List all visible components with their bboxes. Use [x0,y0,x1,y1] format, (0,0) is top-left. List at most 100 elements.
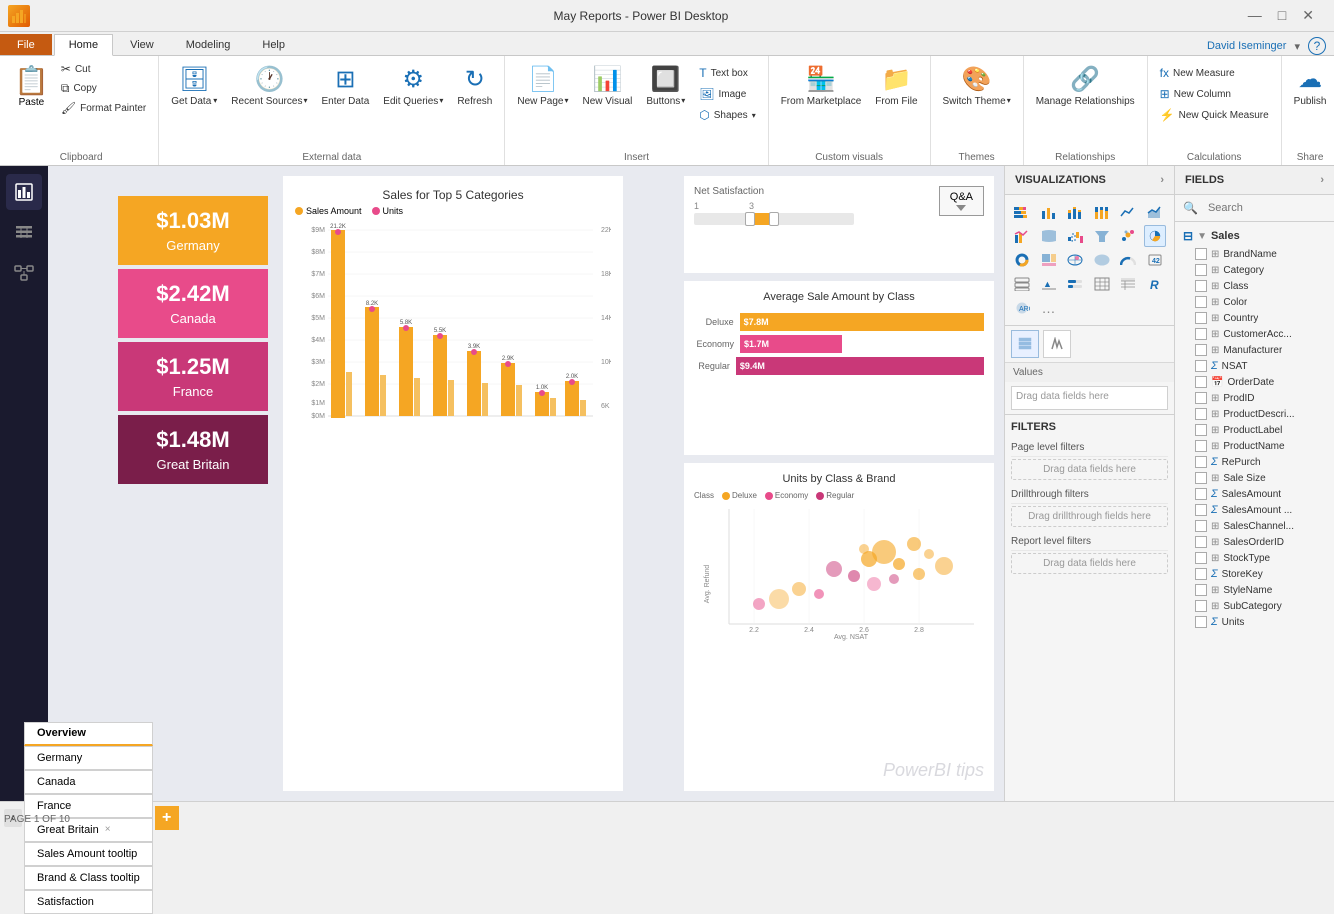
field-item-storekey[interactable]: ΣStoreKey [1175,566,1334,582]
viz-arcgis[interactable]: ARC [1011,297,1033,319]
kpi-card-france[interactable]: $1.25M France [118,342,268,411]
viz-card[interactable]: 42 [1144,249,1166,271]
viz-table[interactable] [1091,273,1113,295]
page-tab-overview[interactable]: Overview [24,722,153,746]
minimize-button[interactable]: — [1244,7,1266,24]
page-tab-sales-amount-tooltip[interactable]: Sales Amount tooltip [24,842,153,866]
publish-button[interactable]: ☁ Publish [1288,60,1333,112]
viz-slicer[interactable] [1064,273,1086,295]
viz-100-stacked[interactable] [1091,201,1113,223]
drillthrough-drag-zone[interactable]: Drag drillthrough fields here [1011,506,1168,527]
field-item-brandname[interactable]: ⊞BrandName [1175,246,1334,262]
viz-stacked-bar[interactable] [1011,201,1033,223]
viz-funnel[interactable] [1091,225,1113,247]
copy-button[interactable]: ⧉Copy [55,79,152,98]
field-item-productlabel[interactable]: ⊞ProductLabel [1175,422,1334,438]
kpi-card-canada[interactable]: $2.42M Canada [118,269,268,338]
tab-close-4[interactable]: × [105,824,111,835]
page-tab-brand---class-tooltip[interactable]: Brand & Class tooltip [24,866,153,890]
field-item-class[interactable]: ⊞Class [1175,278,1334,294]
close-button[interactable]: ✕ [1298,7,1318,24]
viz-line[interactable] [1117,201,1139,223]
field-item-stocktype[interactable]: ⊞StockType [1175,550,1334,566]
from-file-button[interactable]: 📁 From File [869,60,923,112]
viz-r-visual[interactable]: R [1144,273,1166,295]
tab-help[interactable]: Help [247,34,300,55]
fields-panel-expand[interactable]: › [1320,174,1324,186]
field-item-saleschannel---[interactable]: ⊞SalesChannel... [1175,518,1334,534]
field-item-nsat[interactable]: ΣNSAT [1175,358,1334,374]
field-item-color[interactable]: ⊞Color [1175,294,1334,310]
field-item-manufacturer[interactable]: ⊞Manufacturer [1175,342,1334,358]
page-drag-zone[interactable]: Drag data fields here [1011,459,1168,480]
edit-queries-button[interactable]: ⚙ Edit Queries ▾ [377,60,449,112]
format-build-icon[interactable] [1043,330,1071,358]
tab-home[interactable]: Home [54,34,113,56]
shapes-button[interactable]: ⬡Shapes ▾ [693,106,761,124]
recent-sources-button[interactable]: 🕐 Recent Sources ▾ [225,60,313,112]
field-item-subcategory[interactable]: ⊞SubCategory [1175,598,1334,614]
viz-donut[interactable] [1011,249,1033,271]
qna-button[interactable]: Q&A [939,186,984,216]
enter-data-button[interactable]: ⊞ Enter Data [315,60,375,112]
tab-modeling[interactable]: Modeling [171,34,246,55]
viz-more-options[interactable]: … [1038,297,1060,319]
new-quick-measure-button[interactable]: ⚡New Quick Measure [1154,106,1275,124]
viz-treemap[interactable] [1038,249,1060,271]
viz-multi-row[interactable] [1011,273,1033,295]
new-visual-button[interactable]: 📊 New Visual [577,60,639,112]
tab-view[interactable]: View [115,34,169,55]
image-button[interactable]: 🖼Image [693,85,761,103]
field-item-orderdate[interactable]: 📅OrderDate [1175,374,1334,390]
viz-stacked-column[interactable] [1064,201,1086,223]
search-input[interactable] [1202,199,1326,217]
viz-column[interactable] [1038,201,1060,223]
new-page-button[interactable]: 📄 New Page ▾ [511,60,574,112]
field-item-category[interactable]: ⊞Category [1175,262,1334,278]
field-item-salesorderid[interactable]: ⊞SalesOrderID [1175,534,1334,550]
fields-build-icon[interactable] [1011,330,1039,358]
viz-ribbon[interactable] [1038,225,1060,247]
cut-button[interactable]: ✂Cut [55,60,152,78]
report-drag-zone[interactable]: Drag data fields here [1011,553,1168,574]
text-box-button[interactable]: TText box [693,64,761,82]
viz-waterfall[interactable] [1064,225,1086,247]
viz-line-clustered[interactable] [1011,225,1033,247]
field-item-stylename[interactable]: ⊞StyleName [1175,582,1334,598]
viz-kpi[interactable]: ▲ [1038,273,1060,295]
from-marketplace-button[interactable]: 🏪 From Marketplace [775,60,868,112]
kpi-card-great-britain[interactable]: $1.48M Great Britain [118,415,268,484]
viz-filled-map[interactable] [1091,249,1113,271]
maximize-button[interactable]: □ [1274,7,1290,24]
field-item-salesamount[interactable]: ΣSalesAmount [1175,486,1334,502]
format-painter-button[interactable]: 🖌Format Painter [55,99,152,117]
field-item-units[interactable]: ΣUnits [1175,614,1334,630]
field-item-salesamount----[interactable]: ΣSalesAmount ... [1175,502,1334,518]
get-data-button[interactable]: 🗄 Get Data ▾ [165,60,223,112]
field-item-repurch[interactable]: ΣRePurch [1175,454,1334,470]
viz-gauge[interactable] [1117,249,1139,271]
data-view-icon[interactable] [6,214,42,250]
viz-pie[interactable] [1144,225,1166,247]
values-drop-zone[interactable]: Drag data fields here [1011,386,1168,410]
page-tab-canada[interactable]: Canada [24,770,153,794]
new-measure-button[interactable]: fxNew Measure [1154,64,1275,82]
page-tab-germany[interactable]: Germany [24,746,153,770]
viz-area[interactable] [1144,201,1166,223]
field-item-productname[interactable]: ⊞ProductName [1175,438,1334,454]
switch-theme-button[interactable]: 🎨 Switch Theme ▾ [937,60,1017,112]
model-view-icon[interactable] [6,254,42,290]
sales-table-header[interactable]: ⊟ ▼ Sales [1175,226,1334,246]
field-item-productdescri---[interactable]: ⊞ProductDescri... [1175,406,1334,422]
field-item-sale-size[interactable]: ⊞Sale Size [1175,470,1334,486]
buttons-button[interactable]: 🔲 Buttons ▾ [640,60,691,112]
page-tab-satisfaction[interactable]: Satisfaction [24,890,153,914]
add-page-button[interactable]: + [155,806,179,830]
kpi-card-germany[interactable]: $1.03M Germany [118,196,268,265]
field-item-prodid[interactable]: ⊞ProdID [1175,390,1334,406]
viz-map[interactable] [1064,249,1086,271]
tab-file[interactable]: File [0,34,52,55]
new-column-button[interactable]: ⊞New Column [1154,85,1275,103]
field-item-country[interactable]: ⊞Country [1175,310,1334,326]
manage-relationships-button[interactable]: 🔗 Manage Relationships [1030,60,1141,112]
